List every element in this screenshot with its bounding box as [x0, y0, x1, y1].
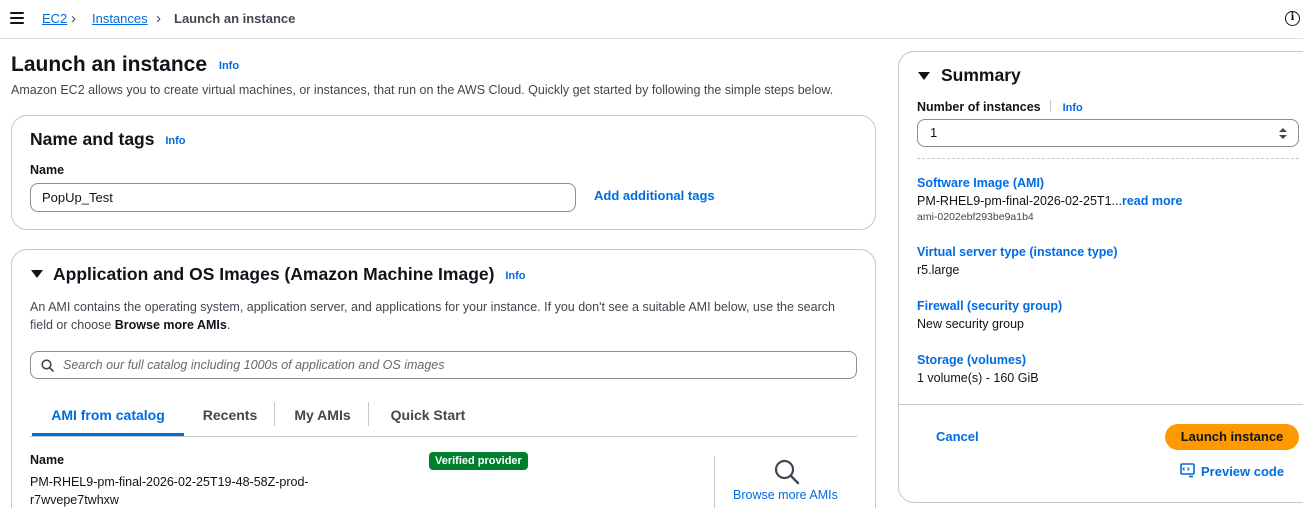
storage-link[interactable]: Storage (volumes) [917, 352, 1026, 368]
number-of-instances-input[interactable]: 1 [917, 119, 1299, 147]
software-image-link[interactable]: Software Image (AMI) [917, 175, 1044, 191]
chevron-right-icon: › [156, 10, 161, 27]
label-separator [1050, 100, 1052, 112]
instance-type-value: r5.large [917, 263, 960, 277]
ami-title: Application and OS Images (Amazon Machin… [53, 263, 526, 285]
verified-provider-badge: Verified provider [429, 452, 528, 470]
name-tags-info-link[interactable]: Info [165, 135, 185, 147]
chevron-right-icon: › [71, 10, 76, 27]
top-bar: EC2 › Instances › Launch an instance i [0, 0, 1303, 39]
ami-id: ami-0202ebf293be9a1b4 [917, 211, 1034, 223]
number-of-instances-label: Number of instances Info [917, 99, 1083, 115]
cancel-button[interactable]: Cancel [936, 429, 979, 445]
browse-more-amis-link[interactable]: Browse more AMIs [733, 487, 838, 503]
number-of-instances-value: 1 [930, 125, 938, 140]
breadcrumb-current: Launch an instance [174, 11, 296, 26]
tab-quick-start[interactable]: Quick Start [375, 400, 481, 436]
summary-divider [917, 158, 1299, 159]
name-tags-title: Name and tags Info [30, 128, 186, 150]
launch-instance-button[interactable]: Launch instance [1165, 424, 1299, 450]
software-image-value: PM-RHEL9-pm-final-2026-02-25T1...read mo… [917, 193, 1182, 209]
ami-search-input[interactable]: Search our full catalog including 1000s … [30, 351, 857, 379]
search-icon [41, 359, 54, 372]
software-image-text: PM-RHEL9-pm-final-2026-02-25T1... [917, 194, 1122, 208]
page-title: Launch an instance Info [11, 52, 239, 78]
ami-name-line1: PM-RHEL9-pm-final-2026-02-25T19-48-58Z-p… [30, 475, 309, 489]
tab-separator [274, 402, 275, 426]
ami-search-placeholder: Search our full catalog including 1000s … [63, 358, 445, 372]
tab-ami-from-catalog[interactable]: AMI from catalog [32, 400, 184, 436]
code-icon [1180, 463, 1195, 478]
firewall-link[interactable]: Firewall (security group) [917, 298, 1062, 314]
number-of-instances-info-link[interactable]: Info [1063, 102, 1083, 114]
read-more-link[interactable]: read more [1122, 194, 1182, 208]
search-icon[interactable] [773, 458, 801, 486]
ami-info-link[interactable]: Info [505, 270, 525, 282]
stepper-icon[interactable] [1278, 126, 1288, 141]
add-additional-tags-link[interactable]: Add additional tags [594, 188, 715, 204]
page-info-link[interactable]: Info [219, 60, 239, 72]
page-description: Amazon EC2 allows you to create virtual … [11, 83, 834, 97]
preview-code-button[interactable]: Preview code [1201, 464, 1284, 480]
name-label: Name [30, 163, 65, 177]
caret-down-icon[interactable] [31, 270, 43, 278]
ami-tabs: AMI from catalog Recents My AMIs Quick S… [30, 400, 857, 437]
info-circle-icon[interactable]: i [1285, 11, 1300, 26]
tab-my-amis[interactable]: My AMIs [280, 400, 365, 436]
caret-down-icon[interactable] [918, 72, 930, 80]
ami-name-line2: r7wvepe7twhxw [30, 493, 119, 507]
ami-description-end: . [226, 318, 231, 332]
name-input[interactable]: PopUp_Test [30, 183, 576, 212]
ami-description-bold: Browse more AMIs [114, 318, 227, 332]
menu-icon[interactable] [10, 12, 24, 24]
firewall-value: New security group [917, 317, 1024, 331]
ami-name-label: Name [30, 453, 65, 467]
breadcrumb-instances[interactable]: Instances [92, 11, 148, 27]
storage-value: 1 volume(s) - 160 GiB [917, 371, 1039, 385]
ami-description: An AMI contains the operating system, ap… [30, 298, 860, 334]
summary-title: Summary [941, 65, 1021, 85]
instance-type-link[interactable]: Virtual server type (instance type) [917, 244, 1118, 260]
number-of-instances-label-text: Number of instances [917, 100, 1041, 114]
divider [714, 456, 715, 508]
name-tags-title-text: Name and tags [30, 129, 155, 149]
breadcrumb-ec2[interactable]: EC2 [42, 11, 67, 27]
summary-footer-divider [899, 404, 1303, 405]
tab-separator [368, 402, 369, 426]
ami-name-value: PM-RHEL9-pm-final-2026-02-25T19-48-58Z-p… [30, 473, 309, 508]
tab-recents[interactable]: Recents [190, 400, 270, 436]
ami-title-text: Application and OS Images (Amazon Machin… [53, 264, 495, 284]
page-title-text: Launch an instance [11, 53, 208, 76]
